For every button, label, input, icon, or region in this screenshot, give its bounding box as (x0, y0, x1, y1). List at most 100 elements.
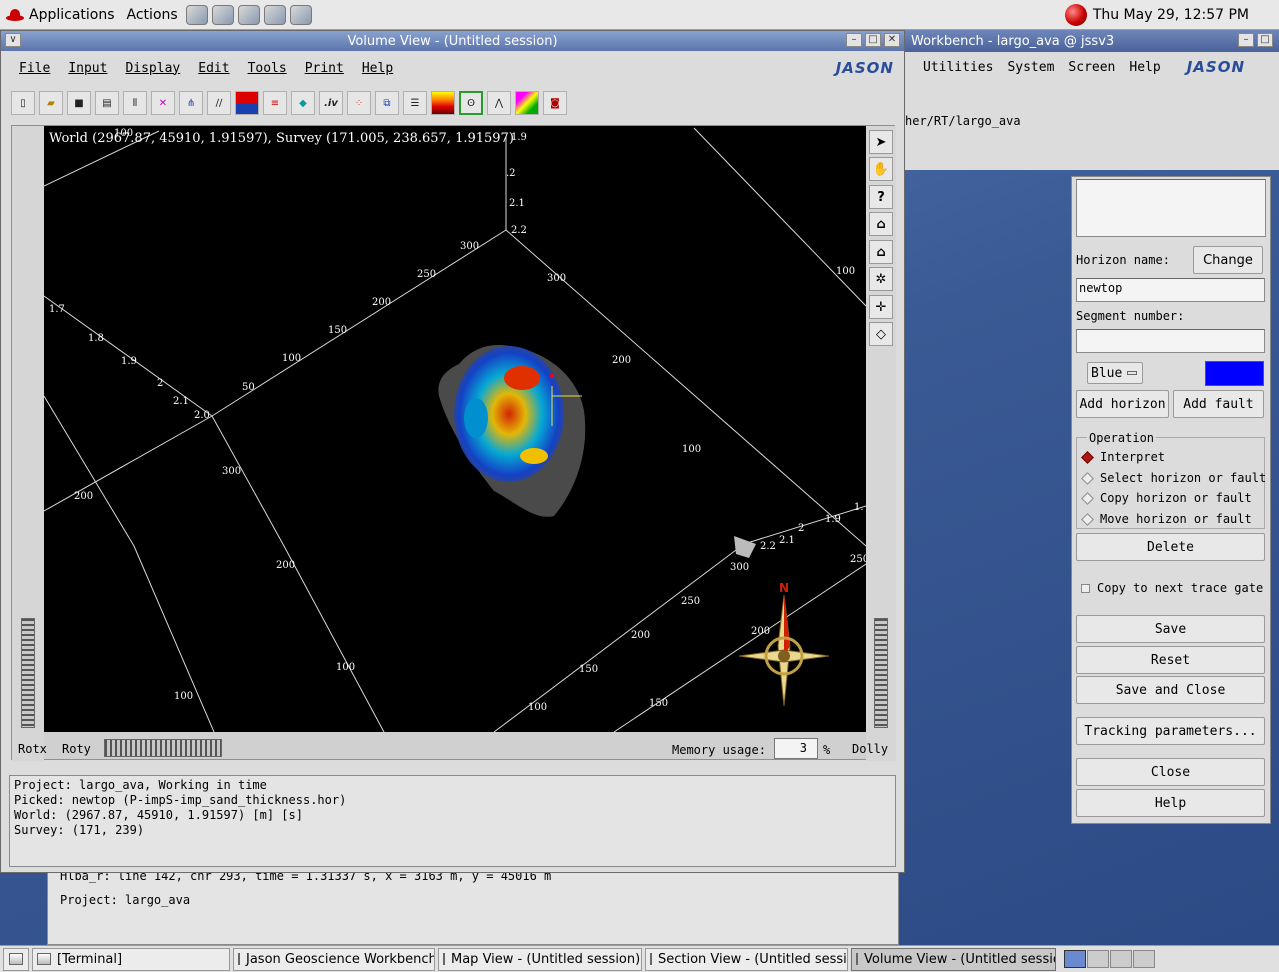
menu-display[interactable]: Display (125, 61, 180, 76)
traces-icon[interactable]: ⦀ (123, 91, 147, 115)
show-desktop-button[interactable] (3, 947, 29, 971)
save-button[interactable]: Save (1076, 615, 1265, 643)
close-icon[interactable]: ✕ (884, 33, 900, 47)
menu-system[interactable]: System (1007, 60, 1054, 75)
pointer-icon[interactable]: ➤ (869, 130, 893, 154)
color-option-menu[interactable]: Blue (1087, 362, 1143, 384)
operation-move[interactable]: Move horizon or fault (1081, 512, 1252, 526)
new-icon[interactable]: ▯ (11, 91, 35, 115)
ear-icon[interactable]: ʘ (459, 91, 483, 115)
writer-launcher-icon[interactable] (237, 4, 260, 25)
taskbar-item-workbench[interactable]: Jason Geoscience Workbench (233, 947, 435, 971)
terminal-output: Hlba_r: line 142, cnr 293, time = 1.3133… (47, 869, 899, 945)
save-icon[interactable]: ■ (67, 91, 91, 115)
hand-icon[interactable]: ✋ (869, 157, 893, 181)
table-icon[interactable]: ▤ (95, 91, 119, 115)
home-icon[interactable]: ⌂ (869, 212, 893, 236)
mail-launcher-icon[interactable] (211, 4, 234, 25)
help-icon[interactable]: ? (869, 185, 893, 209)
menu-edit[interactable]: Edit (198, 61, 229, 76)
surface-icon[interactable]: ◆ (291, 91, 315, 115)
histogram-icon[interactable]: ⋀ (487, 91, 511, 115)
menu-utilities[interactable]: Utilities (923, 60, 993, 75)
taskbar-item-volume-view[interactable]: Volume View - (Untitled session (851, 947, 1056, 971)
iv-icon[interactable]: .iv (319, 91, 343, 115)
menu-help[interactable]: Help (362, 61, 393, 76)
window-title: Volume View - (Untitled session) (347, 33, 558, 49)
update-alert-icon[interactable] (1064, 4, 1087, 26)
operation-interpret[interactable]: Interpret (1081, 450, 1165, 464)
horizon-surface[interactable] (438, 344, 586, 517)
clock-text[interactable]: Thu May 29, 12:57 PM (1093, 7, 1249, 23)
color-horizon-icon[interactable] (235, 91, 259, 115)
change-button[interactable]: Change (1193, 246, 1263, 274)
window-icon (650, 953, 652, 965)
slice-icon[interactable]: ∕∕ (207, 91, 231, 115)
browser-launcher-icon[interactable] (185, 4, 208, 25)
maximize-icon[interactable]: □ (1257, 33, 1273, 47)
menu-help[interactable]: Help (1129, 60, 1160, 75)
taskbar-item-section-view[interactable]: Section View - (Untitled sessio (645, 947, 848, 971)
roty-wheel[interactable] (104, 739, 222, 757)
windows-icon[interactable]: ⧉ (375, 91, 399, 115)
operation-select[interactable]: Select horizon or fault (1081, 471, 1266, 485)
color-swatch[interactable] (1205, 361, 1264, 386)
workspace-1[interactable] (1064, 950, 1086, 968)
menu-file[interactable]: File (19, 61, 50, 76)
dolly-wheel[interactable] (874, 618, 888, 728)
delete-button[interactable]: Delete (1076, 533, 1265, 561)
workspace-3[interactable] (1110, 950, 1132, 968)
help-button[interactable]: Help (1076, 789, 1265, 817)
segment-number-field[interactable] (1076, 329, 1265, 353)
menu-input[interactable]: Input (68, 61, 107, 76)
window-menu-icon[interactable]: ∨ (5, 33, 21, 47)
actions-menu[interactable]: Actions (121, 0, 184, 30)
colorbar-icon[interactable] (431, 91, 455, 115)
add-horizon-button[interactable]: Add horizon (1076, 390, 1169, 418)
workbench-title-bar[interactable]: Workbench - largo_ava @ jssv3 – □ (905, 30, 1279, 52)
palette-icon[interactable] (515, 91, 539, 115)
memory-usage-field[interactable]: 3 (774, 738, 818, 759)
menu-tools[interactable]: Tools (248, 61, 287, 76)
workbench-title: Workbench - largo_ava @ jssv3 (911, 33, 1115, 49)
grid-label: 250 (417, 269, 436, 280)
workspace-4[interactable] (1133, 950, 1155, 968)
workspace-2[interactable] (1087, 950, 1109, 968)
minimize-icon[interactable]: – (1238, 33, 1254, 47)
camera-icon[interactable]: ◙ (543, 91, 567, 115)
close-button[interactable]: Close (1076, 758, 1265, 786)
minimize-icon[interactable]: – (846, 33, 862, 47)
applications-menu[interactable]: Applications (0, 0, 121, 30)
reset-button[interactable]: Reset (1076, 646, 1265, 674)
volume-scene[interactable]: 100 1.9 .2 2.1 2.2 300 250 200 150 100 5… (44, 126, 866, 732)
copy-next-gate-checkbox[interactable]: Copy to next trace gate (1081, 581, 1263, 595)
set-home-icon[interactable]: ⌂ (869, 240, 893, 264)
operation-copy[interactable]: Copy horizon or fault (1081, 491, 1252, 505)
open-icon[interactable]: ▰ (39, 91, 63, 115)
3d-viewer[interactable]: 100 1.9 .2 2.1 2.2 300 250 200 150 100 5… (44, 126, 866, 732)
horizon-name-field[interactable]: newtop (1076, 278, 1265, 302)
printer-launcher-icon[interactable] (289, 4, 312, 25)
grid-icon[interactable]: ⁘ (347, 91, 371, 115)
maximize-icon[interactable]: □ (865, 33, 881, 47)
add-fault-button[interactable]: Add fault (1173, 390, 1264, 418)
volume-view-title-bar[interactable]: ∨ Volume View - (Untitled session) – □ ✕ (1, 31, 904, 51)
menu-screen[interactable]: Screen (1068, 60, 1115, 75)
menu-print[interactable]: Print (305, 61, 344, 76)
taskbar-item-terminal[interactable]: [Terminal] (32, 947, 230, 971)
radio-icon (1081, 471, 1094, 485)
taskbar-item-map-view[interactable]: Map View - (Untitled session) @ (438, 947, 642, 971)
seek-icon[interactable]: ✛ (869, 295, 893, 319)
well-icon[interactable]: ⋔ (179, 91, 203, 115)
rotx-wheel[interactable] (21, 618, 35, 728)
save-and-close-button[interactable]: Save and Close (1076, 676, 1265, 704)
horizon-lines-icon[interactable]: ≡ (263, 91, 287, 115)
grid-label: 2 (157, 378, 163, 389)
list-icon[interactable]: ☰ (403, 91, 427, 115)
view-all-icon[interactable]: ✲ (869, 267, 893, 291)
workspace-switcher[interactable] (1064, 950, 1155, 968)
fault-icon[interactable]: ✕ (151, 91, 175, 115)
presentation-launcher-icon[interactable] (263, 4, 286, 25)
tracking-parameters-button[interactable]: Tracking parameters... (1076, 717, 1265, 745)
projection-icon[interactable]: ◇ (869, 322, 893, 346)
